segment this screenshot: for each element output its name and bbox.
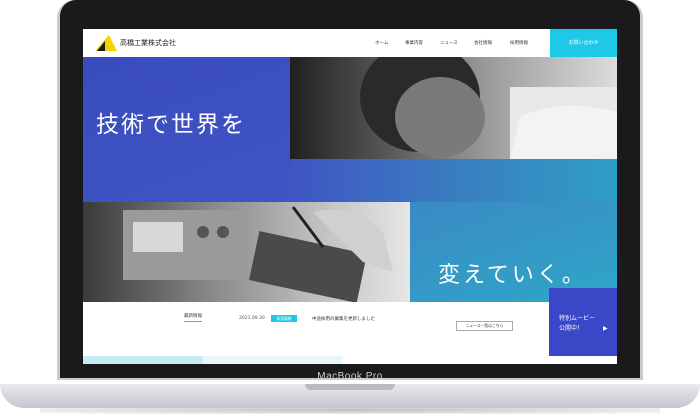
nav-item-home[interactable]: ホーム: [375, 40, 388, 46]
news-title: 最新情報: [184, 314, 202, 319]
site-header: 高橋工業株式会社 ホーム 事業内容 ニュース 会社情報 採用情報 お問い合わせ: [83, 29, 617, 57]
movie-banner-line1: 特別ムービー: [559, 315, 596, 322]
logo-icon[interactable]: [95, 35, 117, 51]
hero-gradient-band: [290, 159, 617, 202]
news-title-underline: [184, 321, 202, 322]
special-movie-banner[interactable]: 特別ムービー 公開中！ ▶: [549, 288, 617, 364]
movie-banner-line2: 公開中！: [559, 325, 584, 332]
nav-item-business[interactable]: 事業内容: [405, 40, 423, 46]
hero-photo-circuit: [83, 202, 410, 302]
hero-heading-line2: 変えていく。: [438, 263, 587, 288]
nav-item-news[interactable]: ニュース: [440, 40, 458, 46]
movie-banner-text: 特別ムービー 公開中！: [559, 314, 595, 334]
website-screen: 高橋工業株式会社 ホーム 事業内容 ニュース 会社情報 採用情報 お問い合わせ: [83, 29, 617, 364]
next-section-accent-a: [83, 356, 203, 364]
device-label: MacBook Pro: [317, 371, 383, 382]
engineer-silhouette: [360, 57, 617, 159]
news-date: 2021.09.30: [239, 316, 265, 321]
contact-button[interactable]: お問い合わせ: [550, 29, 617, 57]
play-arrow-icon: ▶: [603, 325, 608, 332]
nav-item-recruit[interactable]: 採用情報: [510, 40, 528, 46]
company-name[interactable]: 高橋工業株式会社: [120, 38, 176, 48]
news-list-button[interactable]: ニュース一覧はこちら: [456, 321, 513, 331]
nav-item-company[interactable]: 会社情報: [474, 40, 492, 46]
hero-photo-engineer: [290, 57, 617, 159]
hero-section: 技術で世界を 変えていく。: [83, 57, 617, 307]
news-item-link[interactable]: 中途採用の募集を更新しました: [312, 316, 375, 322]
laptop-frame: MacBook Pro 高橋工業株式会社 ホーム 事業内容 ニュース 会社情報 …: [0, 0, 700, 418]
laptop-notch: [305, 384, 395, 390]
news-bar: 最新情報 2021.09.30 採用情報 中途採用の募集を更新しました ニュース…: [171, 303, 521, 333]
hero-heading-line1: 技術で世界を: [96, 112, 246, 138]
news-category-badge: 採用情報: [271, 315, 297, 322]
circuit-work-image: [123, 206, 393, 302]
next-section-accent-b: [203, 356, 343, 364]
